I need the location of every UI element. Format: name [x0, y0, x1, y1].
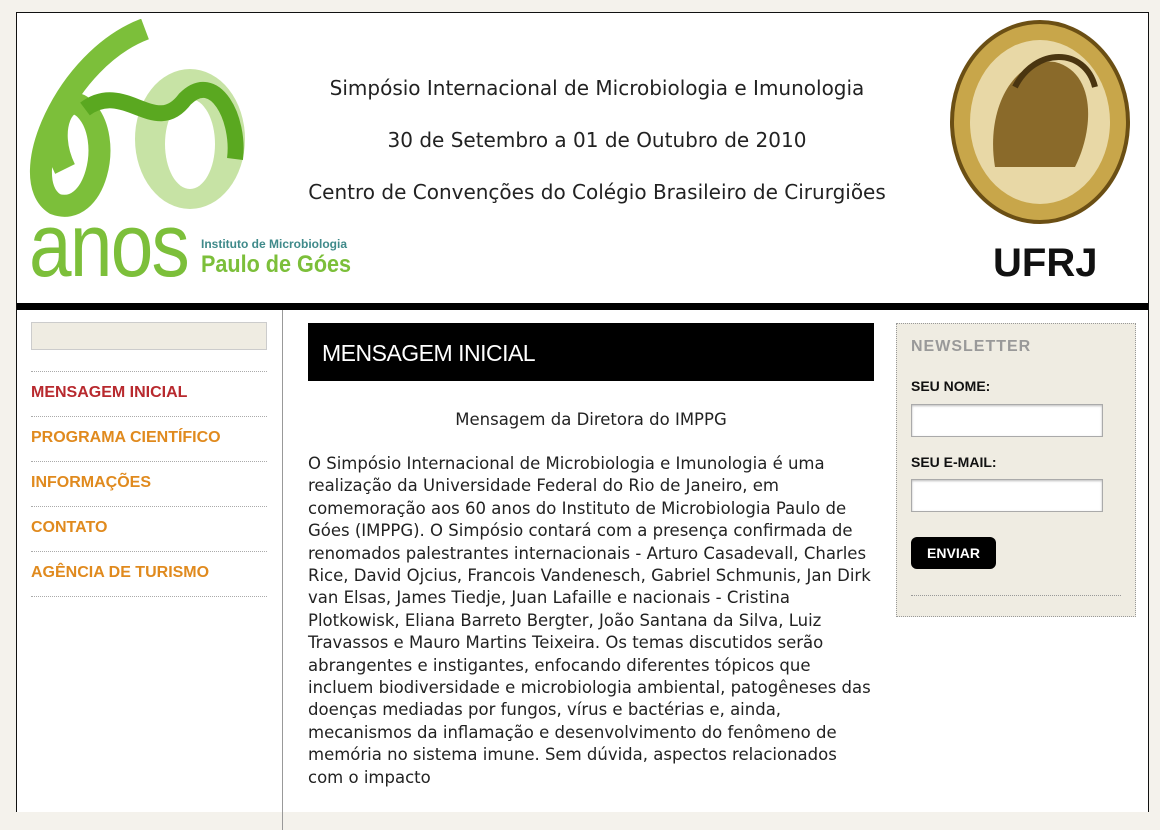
ufrj-text: UFRJ — [993, 241, 1098, 285]
message-body: O Simpósio Internacional de Microbiologi… — [308, 454, 871, 787]
nav-informacoes[interactable]: INFORMAÇÕES — [31, 461, 267, 506]
event-venue: Centro de Convenções do Colégio Brasilei… — [308, 180, 886, 204]
newsletter-divider — [911, 595, 1121, 596]
sidebar: MENSAGEM INICIAL PROGRAMA CIENTÍFICO INF… — [17, 310, 283, 830]
name-input[interactable] — [911, 404, 1103, 437]
logo-institute-text: Instituto de Microbiologia — [201, 237, 347, 251]
ufrj-seal-icon — [950, 20, 1130, 224]
event-dates: 30 de Setembro a 01 de Outubro de 2010 — [387, 128, 807, 152]
event-title: Simpósio Internacional de Microbiologia … — [329, 76, 865, 100]
page-title: MENSAGEM INICIAL — [308, 323, 874, 381]
submit-button[interactable]: ENVIAR — [911, 537, 996, 569]
nav-divider — [31, 596, 267, 597]
nav-contato[interactable]: CONTATO — [31, 506, 267, 551]
newsletter-box: NEWSLETTER SEU NOME: SEU E-MAIL: ENVIAR — [896, 323, 1136, 617]
message-subtitle: Mensagem da Diretora do IMPPG — [455, 410, 727, 429]
logo-name-text: Paulo de Góes — [201, 251, 352, 278]
nav-agencia-turismo[interactable]: AGÊNCIA DE TURISMO — [31, 551, 267, 596]
header-divider — [17, 303, 1148, 310]
page-container: anos Instituto de Microbiologia Paulo de… — [16, 12, 1149, 830]
nav-mensagem-inicial[interactable]: MENSAGEM INICIAL — [31, 371, 267, 416]
email-label: SEU E-MAIL: — [911, 454, 997, 470]
name-label: SEU NOME: — [911, 378, 991, 394]
sidebar-search-box — [31, 322, 267, 350]
nav-programa-cientifico[interactable]: PROGRAMA CIENTÍFICO — [31, 416, 267, 461]
newsletter-title: NEWSLETTER — [911, 338, 1032, 355]
header-banner: anos Instituto de Microbiologia Paulo de… — [17, 13, 1148, 303]
email-input[interactable] — [911, 479, 1103, 512]
logo-anos-text: anos — [29, 196, 190, 296]
